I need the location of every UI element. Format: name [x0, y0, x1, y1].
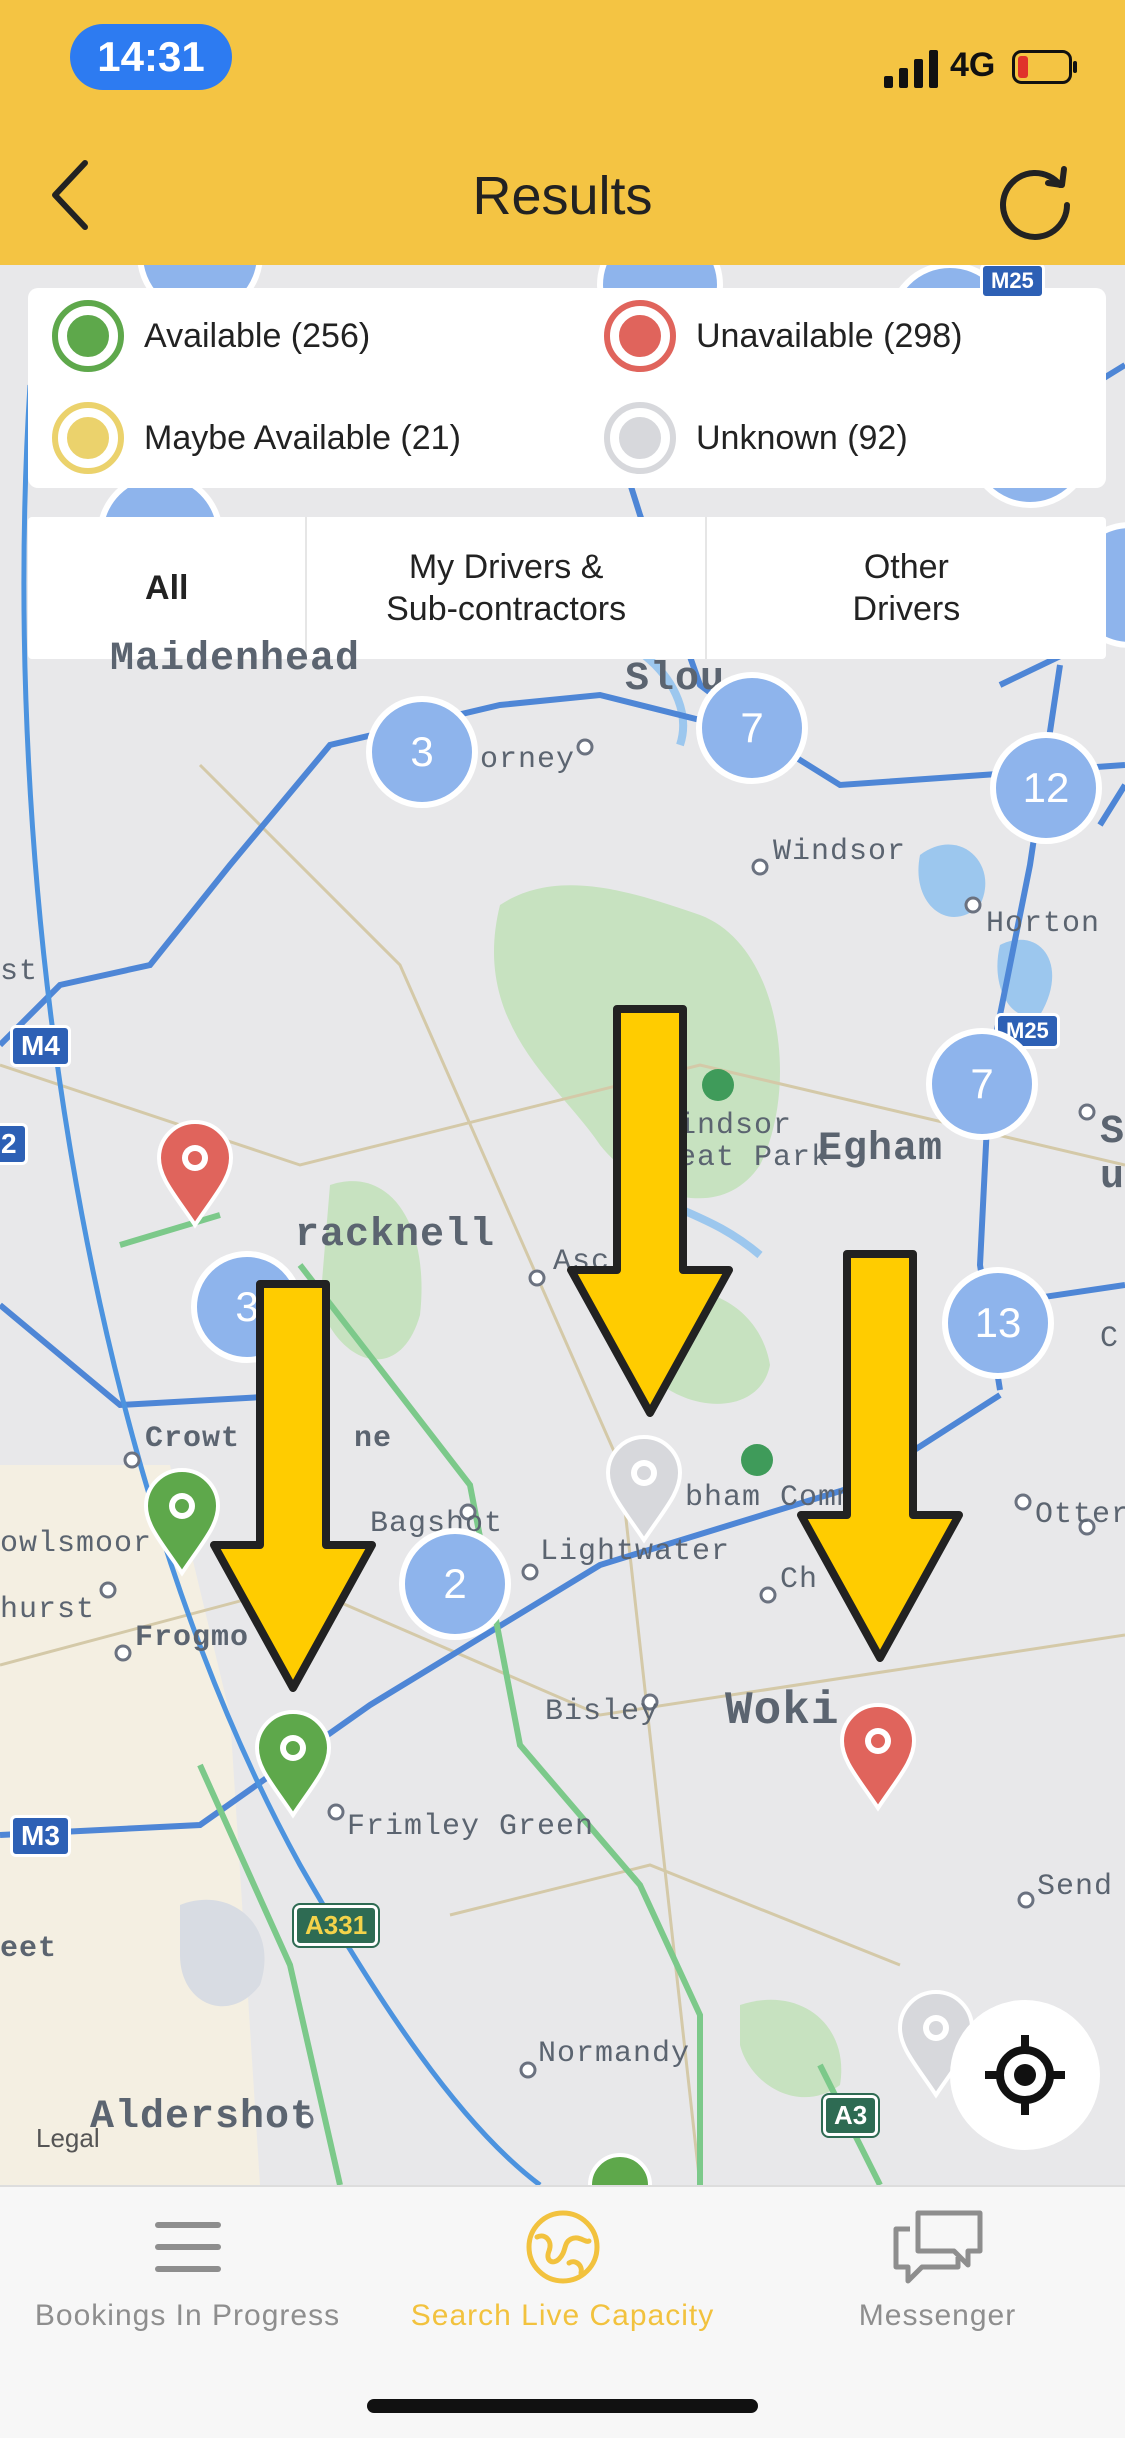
available-pin[interactable]: [253, 1710, 333, 1820]
place-owlsmoor: owlsmoor: [0, 1527, 153, 1561]
cluster-marker[interactable]: 3: [366, 696, 478, 808]
road-a331: A331: [291, 1903, 381, 1948]
place-otters: Otters: [1035, 1498, 1125, 1532]
place-u: u: [1100, 1155, 1125, 1200]
status-bar: 14:31 4G: [0, 0, 1125, 120]
signal-icon: [884, 50, 938, 88]
place-send: Send: [1037, 1870, 1114, 1904]
tab-messenger[interactable]: Messenger: [750, 2207, 1125, 2333]
legend-unavailable[interactable]: Unavailable (298): [604, 300, 963, 372]
tab-bookings-label: Bookings In Progress: [34, 2299, 341, 2332]
battery-icon: [1012, 50, 1077, 84]
road-a3: A3: [820, 2093, 881, 2138]
place-bray: orney: [480, 743, 576, 777]
map-view[interactable]: Available (256) Unavailable (298) Maybe …: [0, 265, 1125, 2185]
unknown-dot: [604, 402, 676, 474]
place-aldershot: Aldershot: [90, 2095, 316, 2140]
home-indicator: [367, 2399, 758, 2413]
place-c: C: [1100, 1322, 1120, 1356]
place-st: st: [0, 955, 39, 989]
map-legal-link[interactable]: Legal: [36, 2123, 100, 2154]
road-partial-shield: 2: [0, 1123, 28, 1165]
unknown-pin[interactable]: [604, 1435, 684, 1545]
place-maidenhead: Maidenhead: [110, 637, 361, 682]
filter-other-drivers[interactable]: Other Drivers: [704, 517, 1106, 659]
place-fleet: eet: [0, 1932, 58, 1966]
refresh-icon[interactable]: [990, 155, 1080, 245]
menu-icon: [154, 2222, 221, 2272]
maybe-available-dot: [52, 402, 124, 474]
locate-me-button[interactable]: [950, 2000, 1100, 2150]
legend-unknown[interactable]: Unknown (92): [604, 402, 908, 474]
tab-search-label: Search Live Capacity: [410, 2299, 715, 2332]
tab-bookings-in-progress[interactable]: Bookings In Progress: [0, 2207, 375, 2333]
legend-maybe-available[interactable]: Maybe Available (21): [52, 402, 461, 474]
place-sandhurst: hurst: [0, 1593, 96, 1627]
cluster-marker[interactable]: 12: [990, 732, 1102, 844]
legend-unavailable-label: Unavailable (298): [696, 316, 963, 355]
annotation-arrow: [797, 1250, 963, 1662]
availability-legend: Available (256) Unavailable (298) Maybe …: [28, 288, 1106, 488]
place-horton: Horton: [986, 907, 1101, 941]
tab-messenger-label: Messenger: [858, 2299, 1017, 2332]
tab-bar: Bookings In Progress Search Live Capacit…: [0, 2185, 1125, 2438]
network-type: 4G: [950, 46, 996, 84]
road-m4: M4: [10, 1025, 71, 1067]
unavailable-pin[interactable]: [155, 1120, 235, 1230]
globe-map-icon: [526, 2210, 599, 2284]
available-dot: [52, 300, 124, 372]
chat-bubbles-icon: [893, 2210, 982, 2284]
place-egham: Egham: [818, 1127, 944, 1172]
place-windsor: Windsor: [773, 835, 907, 869]
status-time: 14:31: [70, 24, 232, 90]
place-normandy: Normandy: [538, 2037, 691, 2071]
unavailable-pin[interactable]: [838, 1703, 918, 1813]
cluster-marker[interactable]: 7: [696, 672, 808, 784]
place-s: S: [1100, 1110, 1125, 1155]
unavailable-dot: [604, 300, 676, 372]
legend-maybe-available-label: Maybe Available (21): [144, 418, 461, 457]
cluster-marker[interactable]: 2: [399, 1528, 511, 1640]
cluster-marker[interactable]: 7: [926, 1028, 1038, 1140]
place-bisley: Bisley: [545, 1695, 660, 1729]
filter-my-drivers[interactable]: My Drivers & Sub-contractors: [305, 517, 704, 659]
legend-unknown-label: Unknown (92): [696, 418, 908, 457]
nav-bar: Results: [0, 120, 1125, 265]
road-m3: M3: [10, 1815, 71, 1857]
legend-available-label: Available (256): [144, 316, 371, 355]
annotation-arrow: [567, 1005, 733, 1417]
crosshair-icon: [985, 2035, 1065, 2115]
annotation-arrow: [210, 1280, 376, 1692]
place-woking: Woki: [725, 1685, 840, 1737]
legend-available[interactable]: Available (256): [52, 300, 370, 372]
place-bracknell: racknell: [295, 1213, 496, 1258]
page-title: Results: [472, 166, 653, 226]
place-frimley-green: Frimley Green: [347, 1810, 595, 1844]
tab-search-live-capacity[interactable]: Search Live Capacity: [375, 2207, 750, 2333]
road-m25-top: M25: [980, 265, 1045, 299]
